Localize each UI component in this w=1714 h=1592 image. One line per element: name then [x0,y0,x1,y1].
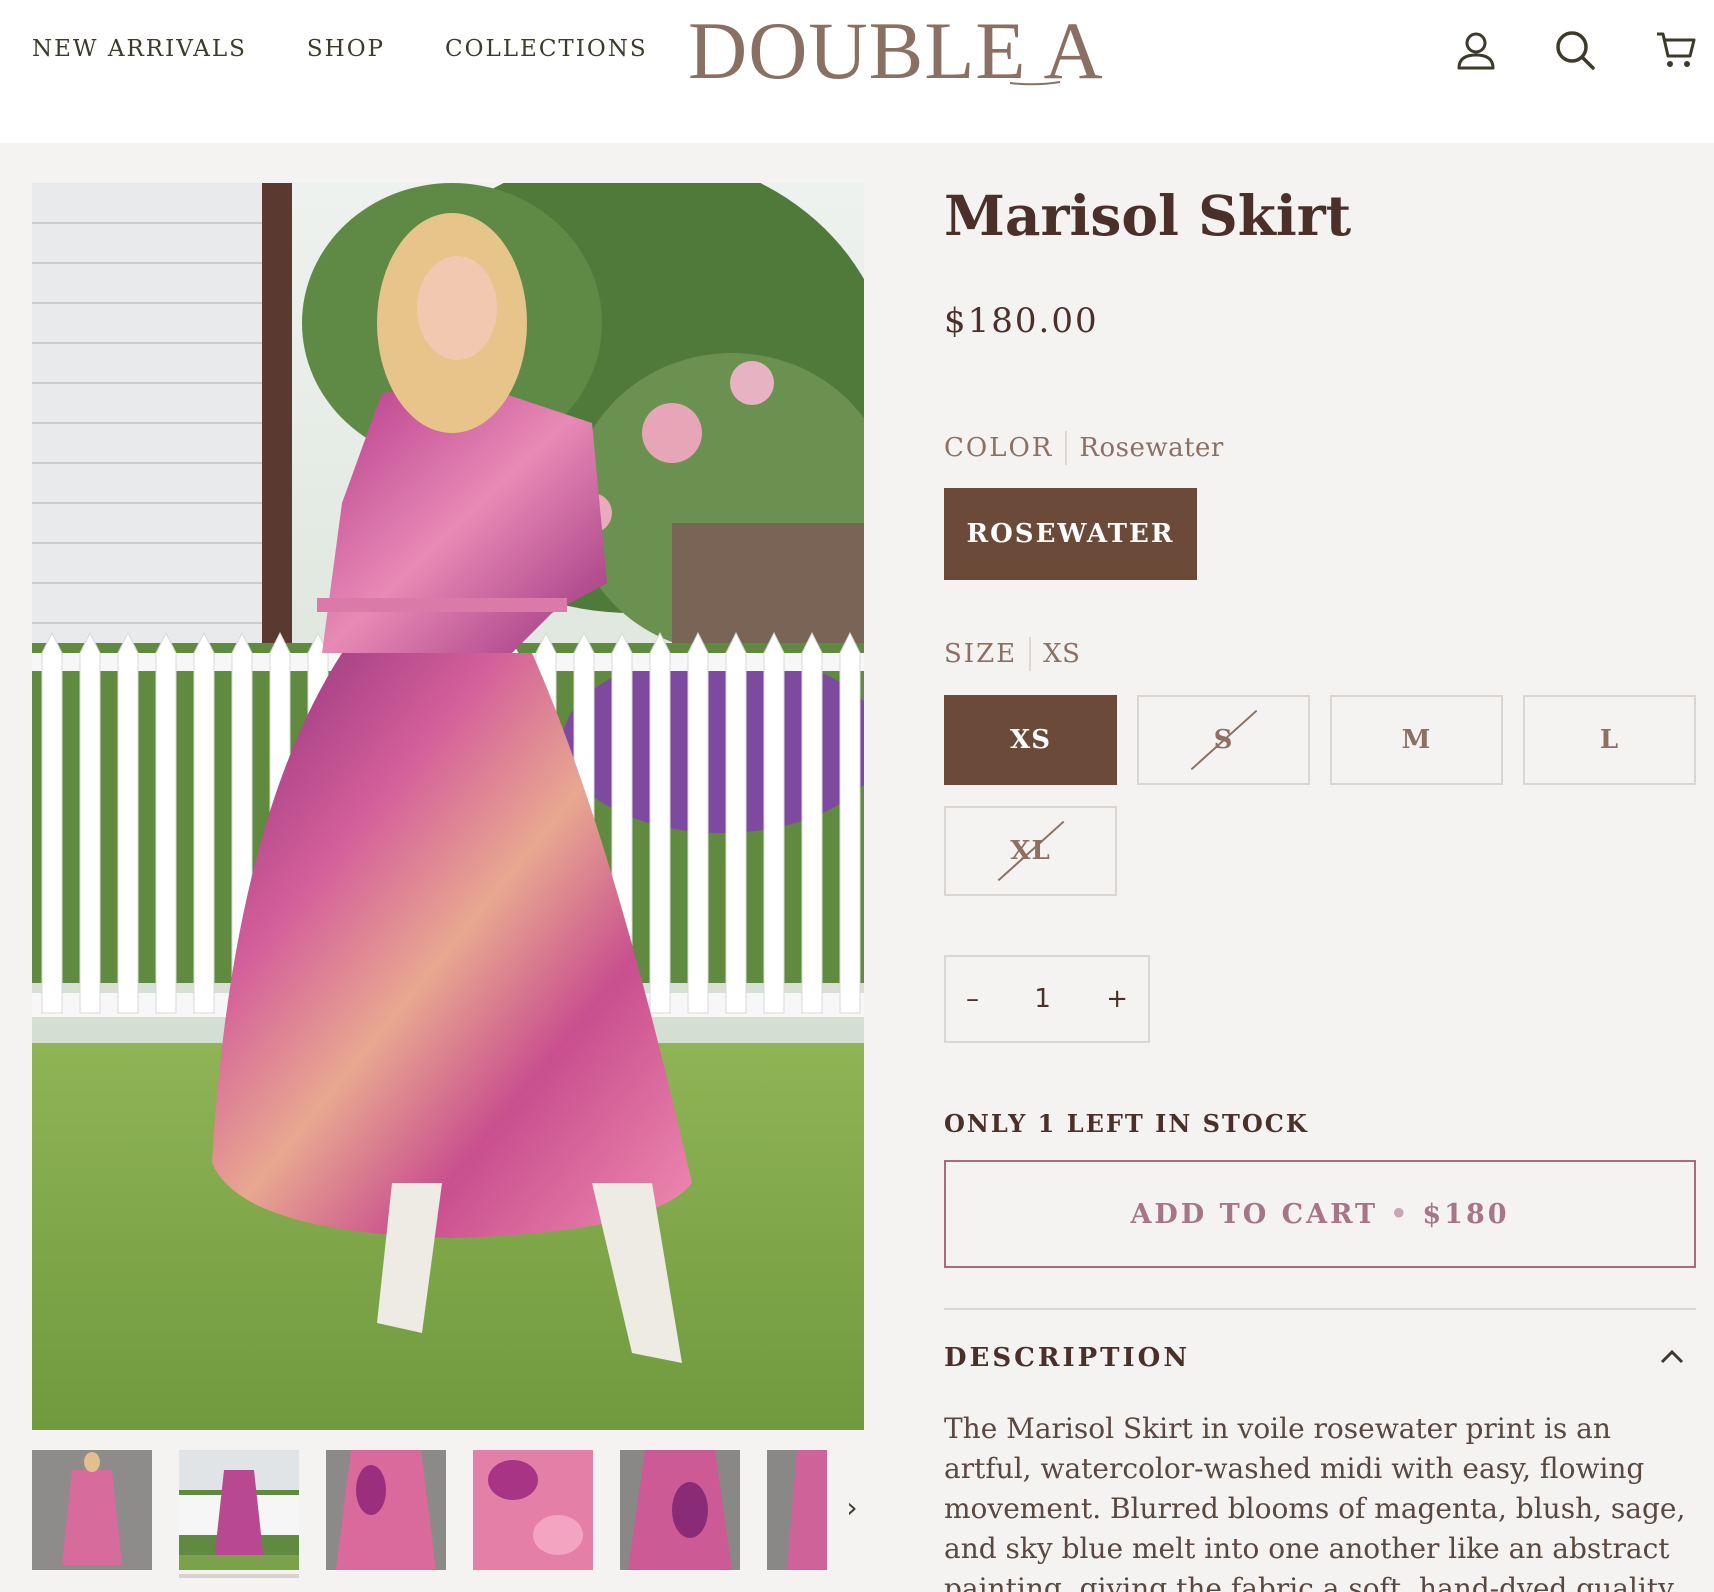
thumbnail[interactable] [767,1450,827,1570]
stock-notice: ONLY 1 LEFT IN STOCK [944,1109,1309,1138]
thumbnail[interactable] [326,1450,446,1570]
fence-picket [687,631,709,1014]
nav-shop[interactable]: SHOP [307,36,385,62]
sold-out-strike [1190,709,1257,771]
fence-picket [41,631,63,1014]
nav-new-arrivals[interactable]: NEW ARRIVALS [32,36,247,62]
site-header: NEW ARRIVALS SHOP COLLECTIONS DOUBLE A [0,0,1714,143]
size-option-xl[interactable]: XL [944,806,1117,896]
add-to-cart-button[interactable]: ADD TO CART • $180 [944,1160,1696,1268]
size-label-text: M [1401,725,1432,755]
fence-picket [763,631,785,1014]
fence-picket [117,631,139,1014]
color-selected-value: Rosewater [1079,433,1224,463]
thumbnail-strip: › [32,1450,864,1578]
size-label-text: XS [1010,725,1051,755]
description-text: The Marisol Skirt in voile rosewater pri… [944,1412,1686,1592]
size-label: SIZE [944,639,1018,669]
thumbnail[interactable] [473,1450,593,1570]
chevron-up-icon[interactable] [1656,1341,1688,1373]
size-option-label: SIZE XS [944,637,1080,671]
thumbnail[interactable] [179,1450,299,1570]
description-heading[interactable]: DESCRIPTION [944,1343,1190,1373]
color-label: COLOR [944,433,1054,463]
quantity-increase-button[interactable]: + [1106,984,1128,1014]
nav-collections[interactable]: COLLECTIONS [445,36,648,62]
quantity-decrease-button[interactable]: – [966,984,979,1014]
fence-picket [839,631,861,1014]
size-option-m[interactable]: M [1330,695,1503,785]
add-to-cart-price: $180 [1422,1198,1510,1230]
fence-picket [155,631,177,1014]
add-to-cart-label: ADD TO CART [1130,1198,1379,1230]
separator-dot: • [1390,1198,1411,1230]
active-thumbnail-indicator [179,1574,299,1578]
label-separator [1065,431,1068,465]
fence-picket [725,631,747,1014]
chevron-right-icon[interactable]: › [832,1488,872,1528]
thumbnail[interactable] [32,1450,152,1570]
color-swatch-rosewater[interactable]: ROSEWATER [944,488,1197,580]
label-separator [1029,637,1032,671]
product-title: Marisol Skirt [944,183,1352,248]
fence-picket [649,631,671,1014]
fence-picket [193,631,215,1014]
thumbnail[interactable] [620,1450,740,1570]
account-icon[interactable] [1454,28,1498,72]
logo-flourish [1010,81,1060,86]
main-nav: NEW ARRIVALS SHOP COLLECTIONS [32,36,708,62]
cart-icon[interactable] [1654,28,1698,72]
quantity-stepper: – 1 + [944,955,1150,1043]
size-selected-value: XS [1043,639,1081,669]
fence-picket [79,631,101,1014]
size-label-text: L [1599,725,1620,755]
sold-out-strike [997,820,1064,882]
divider [944,1308,1696,1310]
product-main-image[interactable] [32,183,864,1430]
fence-picket [801,631,823,1014]
search-icon[interactable] [1553,28,1597,72]
size-option-l[interactable]: L [1523,695,1696,785]
color-option-label: COLOR Rosewater [944,431,1224,465]
size-option-s[interactable]: S [1137,695,1310,785]
product-price: $180.00 [944,301,1099,341]
size-option-xs[interactable]: XS [944,695,1117,785]
quantity-input[interactable]: 1 [1034,984,1051,1014]
